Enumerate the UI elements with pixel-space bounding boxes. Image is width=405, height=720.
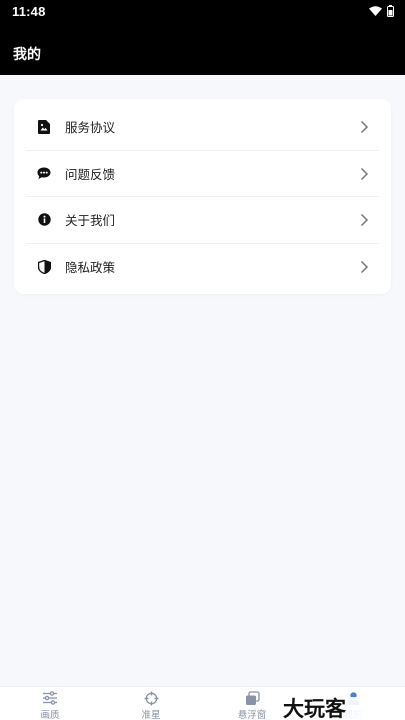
watermark-logo: 大玩客 <box>282 697 404 719</box>
tab-floating-window[interactable]: 悬浮窗 <box>222 687 282 720</box>
chevron-right-icon <box>360 120 369 133</box>
chevron-right-icon <box>360 167 369 180</box>
shield-icon <box>36 259 52 275</box>
menu-item-label: 隐私政策 <box>65 260 116 275</box>
screen: 11:48 我的 服务协议 问题反馈 关于我们 隐私政策 画质 准星 悬浮窗 大… <box>0 0 405 720</box>
top-bar: 11:48 我的 <box>0 0 405 75</box>
tab-crosshair[interactable]: 准星 <box>121 687 181 720</box>
document-icon <box>36 119 52 135</box>
menu-item-service-agreement[interactable]: 服务协议 <box>26 103 379 150</box>
tab-label: 悬浮窗 <box>237 710 267 720</box>
menu-item-feedback[interactable]: 问题反馈 <box>26 150 379 197</box>
tab-label: 准星 <box>141 710 161 720</box>
chevron-right-icon <box>360 260 369 273</box>
status-time: 11:48 <box>12 3 46 19</box>
menu-item-label: 服务协议 <box>65 120 116 135</box>
page-title: 我的 <box>13 47 41 63</box>
chat-bubble-icon <box>36 166 52 182</box>
battery-icon <box>387 5 394 17</box>
menu-item-label: 关于我们 <box>65 213 116 228</box>
menu-item-label: 问题反馈 <box>65 167 116 182</box>
status-icons <box>369 5 394 17</box>
status-bar: 11:48 <box>0 0 405 22</box>
info-icon <box>36 212 52 228</box>
sliders-icon <box>42 690 58 706</box>
tab-label: 画质 <box>40 710 60 720</box>
settings-card: 服务协议 问题反馈 关于我们 隐私政策 <box>14 99 391 294</box>
floating-window-icon <box>245 690 260 706</box>
menu-item-about-us[interactable]: 关于我们 <box>26 196 379 243</box>
tab-picture-quality[interactable]: 画质 <box>20 687 80 720</box>
svg-text:大玩客: 大玩客 <box>283 697 347 719</box>
chevron-right-icon <box>360 213 369 226</box>
crosshair-icon <box>144 690 159 706</box>
menu-item-privacy-policy[interactable]: 隐私政策 <box>26 243 379 290</box>
wifi-icon <box>369 6 382 16</box>
